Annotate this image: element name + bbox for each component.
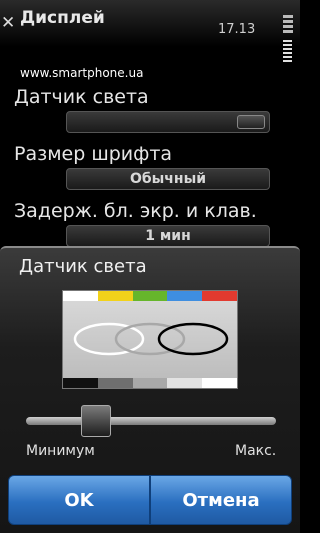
mini-slider-knob: [237, 115, 265, 129]
cancel-button[interactable]: Отмена: [150, 475, 292, 525]
ok-button[interactable]: OK: [8, 475, 150, 525]
gray-swatch: [167, 378, 203, 388]
setting-font-size-label: Размер шрифта: [14, 143, 173, 165]
contrast-preview: [62, 290, 238, 389]
watermark: www.smartphone.ua: [20, 66, 144, 80]
ellipse-samples: [73, 322, 229, 356]
gray-swatch: [97, 378, 133, 388]
gray-swatch: [63, 378, 98, 388]
light-sensor-mini-slider[interactable]: [66, 111, 270, 133]
lock-delay-value[interactable]: 1 мин: [66, 225, 270, 247]
page-title: Дисплей: [20, 8, 105, 28]
battery-icon: [283, 40, 292, 64]
grayscale-bar: [63, 378, 237, 388]
setting-light-sensor-label: Датчик света: [14, 86, 149, 108]
slider-max-label: Макс.: [235, 443, 277, 459]
brightness-slider-track[interactable]: [26, 417, 276, 425]
signal-icon: [283, 4, 293, 34]
gray-swatch: [132, 378, 168, 388]
setting-lock-delay-label: Задерж. бл. экр. и клав.: [14, 200, 257, 222]
font-size-value[interactable]: Обычный: [66, 168, 270, 190]
dialog-title: Датчик света: [19, 256, 147, 277]
clock: 17.13: [218, 22, 256, 37]
gray-swatch: [202, 378, 237, 388]
brightness-slider-knob[interactable]: [81, 405, 111, 437]
slider-min-label: Минимум: [26, 443, 95, 459]
close-icon[interactable]: ✕: [1, 14, 15, 32]
